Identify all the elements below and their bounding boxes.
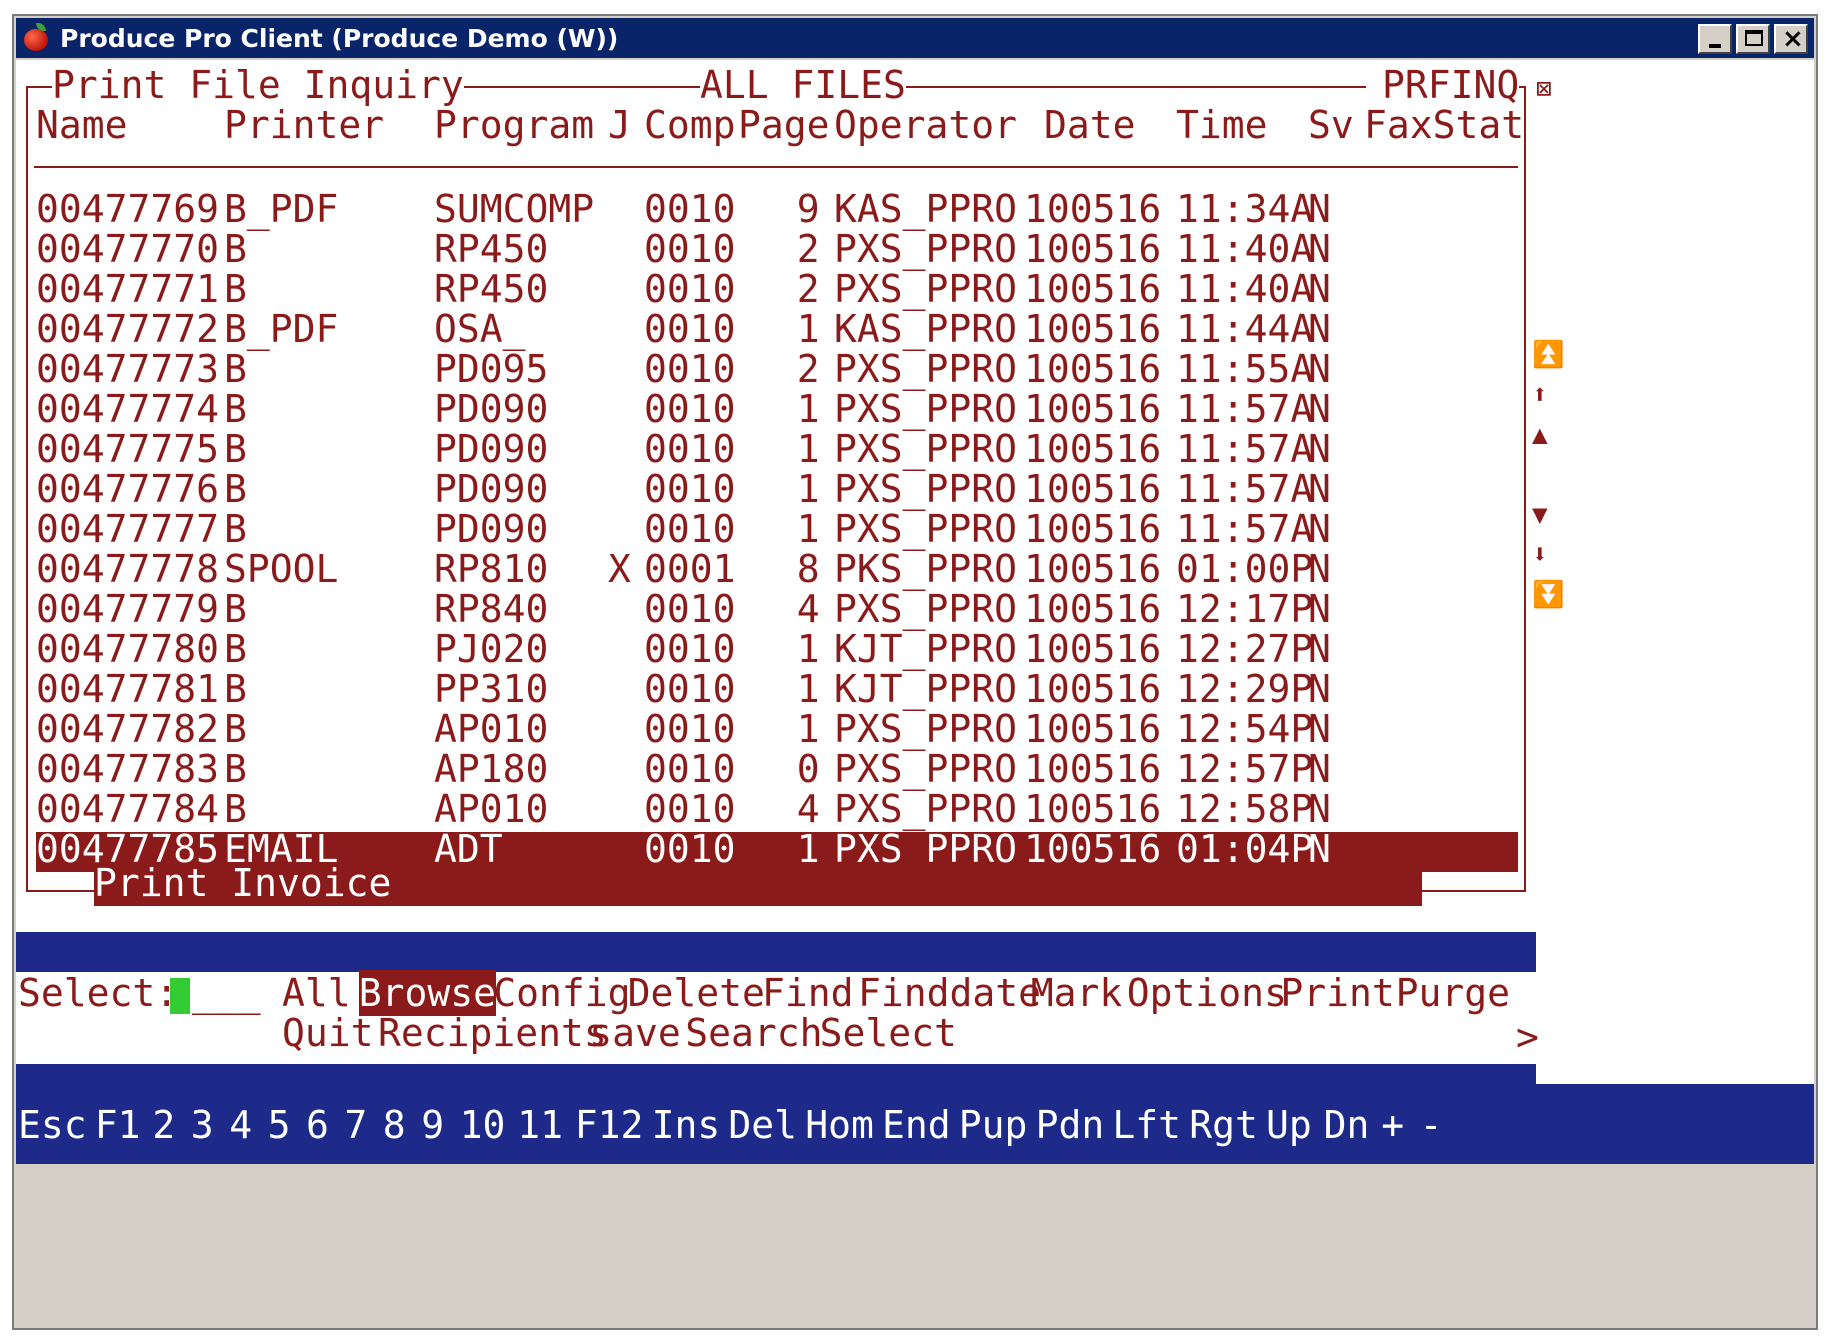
fkey-pdn[interactable]: Pdn <box>1036 1102 1105 1148</box>
cell-j: X <box>608 547 631 591</box>
minimize-button[interactable] <box>1698 24 1732 54</box>
fkey-7[interactable]: 7 <box>344 1102 367 1148</box>
window-title: Produce Pro Client (Produce Demo (W)) <box>60 23 619 53</box>
fkey-8[interactable]: 8 <box>383 1102 406 1148</box>
close-button[interactable]: × <box>1774 24 1808 54</box>
fkey-rgt[interactable]: Rgt <box>1189 1102 1258 1148</box>
command-print[interactable]: Print <box>1280 970 1394 1016</box>
fkey-4[interactable]: 4 <box>229 1102 252 1148</box>
fkey-pup[interactable]: Pup <box>959 1102 1028 1148</box>
select-label: Select: <box>18 971 179 1015</box>
column-header-faxstat: FaxStat <box>1364 103 1525 147</box>
column-header-printer: Printer <box>224 103 385 147</box>
select-input[interactable]: ___ <box>192 970 261 1016</box>
window-bottom-padding <box>16 1164 1814 1326</box>
fkey-f12[interactable]: F12 <box>575 1102 644 1148</box>
command-save[interactable]: save <box>589 1010 681 1056</box>
header-divider <box>34 166 1518 168</box>
fkey-10[interactable]: 10 <box>460 1102 506 1148</box>
fkey-5[interactable]: 5 <box>268 1102 291 1148</box>
fkey-11[interactable]: 11 <box>517 1102 563 1148</box>
fkey-3[interactable]: 3 <box>191 1102 214 1148</box>
column-header-comp: Comp <box>644 103 736 147</box>
minimize-icon <box>1709 44 1721 48</box>
command-purge[interactable]: Purge <box>1396 970 1510 1016</box>
fkey-end[interactable]: End <box>882 1102 951 1148</box>
apple-icon <box>22 23 52 53</box>
command-recipients[interactable]: Recipients <box>378 1010 607 1056</box>
column-header-name: Name <box>36 103 128 147</box>
select-cursor <box>170 978 190 1014</box>
command-select[interactable]: Select <box>820 1010 957 1056</box>
fkey-del[interactable]: Del <box>728 1102 797 1148</box>
scroll-up-icon[interactable]: ▲ <box>1532 412 1548 458</box>
selected-description: Print Invoice <box>94 861 392 905</box>
fkey-2[interactable]: 2 <box>152 1102 175 1148</box>
column-header-program: Program <box>434 103 595 147</box>
fkey-f1[interactable]: F1 <box>95 1102 141 1148</box>
maximize-button[interactable] <box>1736 24 1770 54</box>
column-header-date: Date <box>1044 103 1136 147</box>
fkey-ins[interactable]: Ins <box>652 1102 721 1148</box>
command-options[interactable]: Options <box>1127 970 1287 1016</box>
close-screen-icon[interactable]: ⊠ <box>1536 66 1552 112</box>
command-search[interactable]: Search <box>685 1010 822 1056</box>
column-header-j: J <box>608 103 631 147</box>
status-bar <box>16 932 1536 972</box>
fkey-esc[interactable]: Esc <box>18 1102 87 1148</box>
column-header-time: Time <box>1176 103 1268 147</box>
close-icon: × <box>1782 24 1804 54</box>
maximize-icon <box>1745 30 1763 46</box>
fkey-hom[interactable]: Hom <box>805 1102 874 1148</box>
terminal-screen: Print File Inquiry ALL FILES PRFINQ ⊠ Na… <box>16 60 1814 1326</box>
scroll-bottom-icon[interactable]: ⏬ <box>1532 572 1564 618</box>
column-header-page: Page <box>738 103 830 147</box>
title-bar[interactable]: Produce Pro Client (Produce Demo (W)) × <box>16 18 1814 58</box>
fkey-minus[interactable]: - <box>1420 1102 1443 1148</box>
status-line-2 <box>16 1064 1536 1084</box>
more-commands-indicator[interactable]: > <box>1516 1014 1539 1060</box>
fkey-9[interactable]: 9 <box>421 1102 444 1148</box>
fkey-lft[interactable]: Lft <box>1112 1102 1181 1148</box>
app-window: Produce Pro Client (Produce Demo (W)) × … <box>12 14 1818 1330</box>
fkey-6[interactable]: 6 <box>306 1102 329 1148</box>
command-mark[interactable]: Mark <box>1031 970 1123 1016</box>
fkey-up[interactable]: Up <box>1266 1102 1312 1148</box>
fkey-plus[interactable]: + <box>1381 1102 1404 1148</box>
fkey-dn[interactable]: Dn <box>1324 1102 1370 1148</box>
column-header-operator: Operator <box>834 103 1018 147</box>
column-header-sv: Sv <box>1308 103 1354 147</box>
command-quit[interactable]: Quit <box>282 1010 374 1056</box>
